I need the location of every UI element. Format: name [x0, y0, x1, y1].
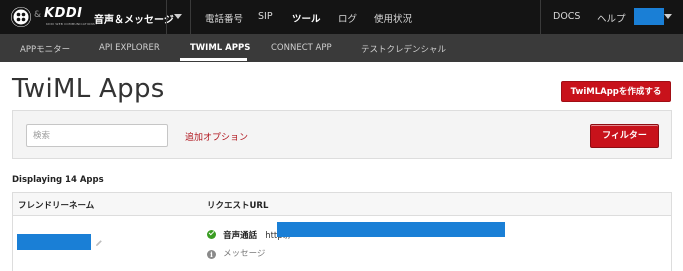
- message-label: メッセージ: [223, 249, 266, 259]
- table-header: フレンドリーネーム リクエストURL: [13, 193, 671, 216]
- table-row[interactable]: 音声通話 http:// i メッセージ: [13, 216, 671, 271]
- voice-label: 音声通話: [223, 231, 258, 241]
- nav-item-usage[interactable]: 使用状況: [374, 11, 412, 25]
- advanced-options-link[interactable]: 追加オプション: [185, 130, 248, 143]
- filter-button[interactable]: フィルター: [590, 124, 659, 148]
- chevron-down-icon[interactable]: [174, 14, 182, 19]
- tab-connect-app[interactable]: CONNECT APP: [271, 43, 332, 53]
- divider: [166, 0, 167, 34]
- brand-logo-subtext: KDDI WEB COMMUNICATIONS: [46, 22, 95, 26]
- nav-item-phone-numbers[interactable]: 電話番号: [205, 11, 243, 25]
- message-url-line: i メッセージ: [207, 241, 265, 260]
- search-input[interactable]: [26, 124, 168, 147]
- brand-ampersand: &: [34, 10, 42, 20]
- nav-item-docs[interactable]: DOCS: [553, 11, 580, 22]
- check-circle-icon: [207, 230, 216, 239]
- results-count: Displaying 14 Apps: [12, 175, 104, 185]
- sub-navbar: APPモニター API EXPLORER TWIML APPS CONNECT …: [0, 34, 683, 62]
- voice-request-url: [277, 222, 505, 237]
- divider: [540, 0, 541, 34]
- chevron-down-icon[interactable]: [664, 14, 672, 19]
- tab-test-credentials[interactable]: テストクレデンシャル: [361, 43, 446, 55]
- filter-panel: 追加オプション フィルター: [12, 110, 672, 159]
- create-twiml-app-button[interactable]: TwiMLAppを作成する: [561, 81, 671, 102]
- app-logo-icon[interactable]: [11, 7, 31, 27]
- app-friendly-name-link[interactable]: [17, 234, 91, 250]
- column-header-request-url: リクエストURL: [207, 201, 269, 211]
- nav-item-help[interactable]: ヘルプ: [597, 11, 626, 25]
- tab-app-monitor[interactable]: APPモニター: [20, 43, 70, 55]
- product-switcher-label[interactable]: 音声＆メッセージ: [94, 11, 174, 26]
- info-icon: i: [207, 250, 216, 259]
- top-navbar: & KDDI KDDI WEB COMMUNICATIONS 音声＆メッセージ …: [0, 0, 683, 34]
- pencil-icon[interactable]: [95, 239, 103, 247]
- page-title: TwiML Apps: [12, 74, 165, 104]
- nav-item-tools[interactable]: ツール: [292, 11, 321, 25]
- column-header-friendly-name: フレンドリーネーム: [18, 201, 95, 211]
- account-avatar[interactable]: [634, 8, 664, 25]
- brand-logo-text: KDDI: [44, 6, 83, 21]
- tab-twiml-apps[interactable]: TWIML APPS: [190, 43, 250, 53]
- nav-item-logs[interactable]: ログ: [338, 11, 357, 25]
- divider: [190, 0, 191, 34]
- tab-api-explorer[interactable]: API EXPLORER: [99, 43, 160, 53]
- nav-item-sip[interactable]: SIP: [258, 11, 273, 22]
- active-tab-indicator: [180, 58, 247, 61]
- apps-table: フレンドリーネーム リクエストURL 音声通話 http:// i メッセージ: [12, 192, 672, 271]
